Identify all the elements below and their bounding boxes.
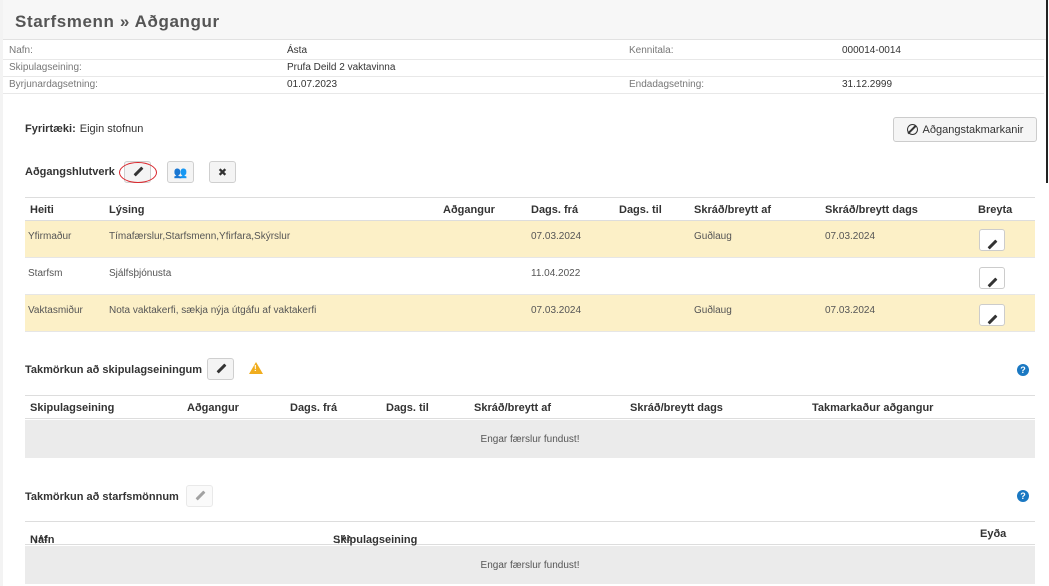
col-skrad-dags: Skráð/breytt dags [630,402,723,414]
name-label: Nafn: [9,45,33,56]
edit-row-button[interactable] [979,304,1005,326]
warning-icon [249,362,263,374]
col-dags-fra: Dags. frá [531,204,579,216]
col-skipulagseining: Skipulagseining [30,402,115,414]
pencil-icon [987,278,997,288]
divider [3,76,1044,77]
col-lysing: Lýsing [109,204,145,216]
sort-alpha-icon: ↓ᴬᶻ [33,534,48,546]
role-desc: Tímafærslur,Starfsmenn,Yfirfara,Skýrslur [109,231,291,242]
ban-icon [906,124,918,135]
company-label: Fyrirtæki: [25,123,76,135]
access-restrictions-button[interactable]: Aðgangstakmarkanir [893,117,1037,142]
role-from: 07.03.2024 [531,231,582,242]
clear-roles-button[interactable]: ✖ [209,161,236,183]
users-icon: 👥 [173,166,188,179]
col-dags-til: Dags. til [619,204,662,216]
col-adgangur: Aðgangur [187,402,239,414]
table-row[interactable]: Starfsm Sjálfsþjónusta 11.04.2022 [25,258,1035,295]
role-desc: Nota vaktakerfi, sækja nýja útgáfu af va… [109,305,317,316]
annotation-circle [119,162,157,183]
info-row-dates: Byrjunardagsetning: 01.07.2023 Endadagse… [9,79,1039,93]
role-name: Yfirmaður [28,231,72,242]
col-dags-til: Dags. til [386,402,429,414]
unit-value: Prufa Deild 2 vaktavinna [287,62,396,73]
help-icon[interactable]: ? [1017,364,1029,376]
table-row[interactable]: Vaktasmiður Nota vaktakerfi, sækja nýja … [25,295,1035,332]
role-from: 11.04.2022 [531,268,581,279]
col-dags-fra: Dags. frá [290,402,338,414]
col-heiti: Heiti [30,204,54,216]
end-label: Endadagsetning: [629,79,705,90]
company: Fyrirtæki: Eigin stofnun [25,123,143,135]
info-row-name: Nafn: Ásta Kennitala: 000014-0014 [9,45,1039,59]
roles-table-header: Heiti Lýsing Aðgangur Dags. frá Dags. ti… [25,197,1035,221]
unit-restrictions-header: Skipulagseining Aðgangur Dags. frá Dags.… [25,395,1035,419]
edit-staff-restrictions-button[interactable] [186,485,213,507]
empty-message: Engar færslur fundust! [25,420,1035,458]
window-edge [1046,0,1048,183]
unit-restrictions-title: Takmörkun að skipulagseiningum [25,364,203,376]
unit-label: Skipulagseining: [9,62,82,73]
pencil-icon [987,240,997,250]
empty-message: Engar færslur fundust! [25,546,1035,584]
col-adgangur: Aðgangur [443,204,495,216]
pencil-icon [216,364,226,374]
col-eyda: Eyða [980,528,1007,540]
start-value: 01.07.2023 [287,79,338,90]
company-value: Eigin stofnun [79,123,144,135]
pencil-icon [987,315,997,325]
col-takmarkadur: Takmarkaður aðgangur [812,402,934,414]
help-icon[interactable]: ? [1017,490,1029,502]
role-name: Vaktasmiður [28,305,83,316]
role-date: 07.03.2024 [825,231,876,242]
role-by: Guðlaug [694,231,732,242]
col-breyta: Breyta [978,204,1013,216]
role-date: 07.03.2024 [825,305,876,316]
name-value: Ásta [287,45,308,56]
staff-restrictions-title: Takmörkun að starfsmönnum [25,491,179,503]
sort-alpha-icon: ↓ᴬᶻ [336,534,351,546]
start-label: Byrjunardagsetning: [9,79,98,90]
page-header: Starfsmenn » Aðgangur [3,0,1046,40]
edit-row-button[interactable] [979,267,1005,289]
page-title: Starfsmenn » Aðgangur [15,12,220,31]
roles-title: Aðgangshlutverk [25,166,115,178]
role-by: Guðlaug [694,305,732,316]
divider [3,93,1044,94]
left-edge [0,0,3,586]
role-from: 07.03.2024 [531,305,582,316]
kennitala-value: 000014-0014 [842,45,901,56]
divider [3,59,1044,60]
col-skrad-dags: Skráð/breytt dags [825,204,918,216]
info-row-unit: Skipulagseining: Prufa Deild 2 vaktavinn… [9,62,1039,76]
pencil-icon [195,491,205,501]
staff-restrictions-header: Nafn ↓ᴬᶻ Skipulagseining ↓ᴬᶻ Eyða [25,521,1035,546]
table-row[interactable]: Yfirmaður Tímafærslur,Starfsmenn,Yfirfar… [25,221,1035,258]
group-roles-button[interactable]: 👥 [167,161,194,183]
access-restrictions-label: Aðgangstakmarkanir [922,123,1024,136]
times-icon: ✖ [217,166,228,179]
end-value: 31.12.2999 [842,79,893,90]
col-skrad-af: Skráð/breytt af [694,204,772,216]
role-name: Starfsm [28,268,63,279]
col-skrad-af: Skráð/breytt af [474,402,552,414]
edit-unit-restrictions-button[interactable] [207,358,234,380]
kennitala-label: Kennitala: [629,45,674,56]
role-desc: Sjálfsþjónusta [109,268,172,279]
edit-row-button[interactable] [979,229,1005,251]
